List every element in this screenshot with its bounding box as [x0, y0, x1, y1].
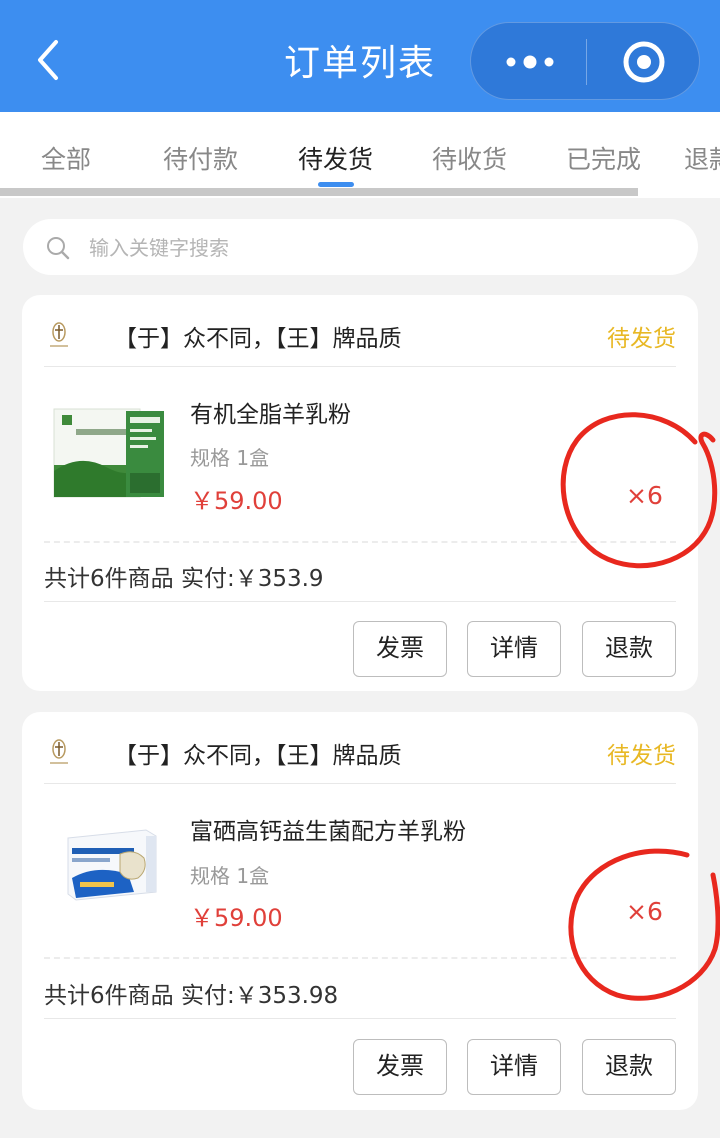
- search-input[interactable]: [87, 227, 671, 269]
- divider: [44, 366, 676, 367]
- product-image[interactable]: [50, 393, 168, 511]
- tabs-scrollbar[interactable]: [0, 188, 638, 196]
- shop-name[interactable]: 【于】众不同，【王】牌品质: [114, 319, 402, 353]
- shop-logo-icon: [50, 739, 68, 764]
- product-name[interactable]: 富硒高钙益生菌配方羊乳粉: [190, 812, 466, 846]
- detail-button[interactable]: 详情: [467, 621, 561, 677]
- tab-all[interactable]: 全部: [41, 140, 91, 176]
- divider: [44, 1018, 676, 1019]
- target-circle-icon: [623, 41, 665, 83]
- tab-refund[interactable]: 退款: [684, 140, 720, 176]
- shop-logo-icon: [50, 322, 68, 347]
- invoice-button[interactable]: 发票: [353, 1039, 447, 1095]
- tab-pending-shipment[interactable]: 待发货: [298, 140, 373, 176]
- divider: [44, 783, 676, 784]
- close-mini-program-button[interactable]: [609, 37, 679, 87]
- search-icon: [47, 237, 70, 260]
- tab-pending-payment[interactable]: 待付款: [163, 140, 238, 176]
- tab-pending-receipt[interactable]: 待收货: [432, 140, 507, 176]
- mini-program-capsule: [470, 22, 700, 100]
- order-summary: 共计6件商品 实付:￥353.98: [44, 983, 339, 1009]
- capsule-divider: [586, 39, 587, 85]
- refund-button[interactable]: 退款: [582, 1039, 676, 1095]
- tab-completed[interactable]: 已完成: [566, 140, 641, 176]
- annotation-circle-mark: [568, 848, 720, 1001]
- status-badge: 待发货: [607, 743, 676, 769]
- product-image[interactable]: [50, 808, 168, 926]
- product-spec: 规格 1盒: [190, 446, 270, 470]
- divider: [44, 601, 676, 602]
- more-dots-icon: [506, 55, 554, 69]
- detail-button[interactable]: 详情: [467, 1039, 561, 1095]
- annotation-circle-mark: [560, 412, 718, 569]
- shop-name[interactable]: 【于】众不同，【王】牌品质: [114, 736, 402, 770]
- product-price: ￥59.00: [190, 487, 283, 515]
- status-badge: 待发货: [607, 326, 676, 352]
- product-spec: 规格 1盒: [190, 864, 270, 888]
- order-status-tabs: 全部 待付款 待发货 待收货 已完成 退款: [0, 112, 720, 198]
- refund-button[interactable]: 退款: [582, 621, 676, 677]
- search-bar: [23, 219, 698, 275]
- product-price: ￥59.00: [190, 904, 283, 932]
- active-tab-indicator: [318, 182, 354, 187]
- more-button[interactable]: [491, 37, 569, 87]
- order-summary: 共计6件商品 实付:￥353.9: [44, 566, 324, 592]
- nav-bar: 订单列表: [0, 0, 720, 112]
- invoice-button[interactable]: 发票: [353, 621, 447, 677]
- product-name[interactable]: 有机全脂羊乳粉: [190, 395, 351, 429]
